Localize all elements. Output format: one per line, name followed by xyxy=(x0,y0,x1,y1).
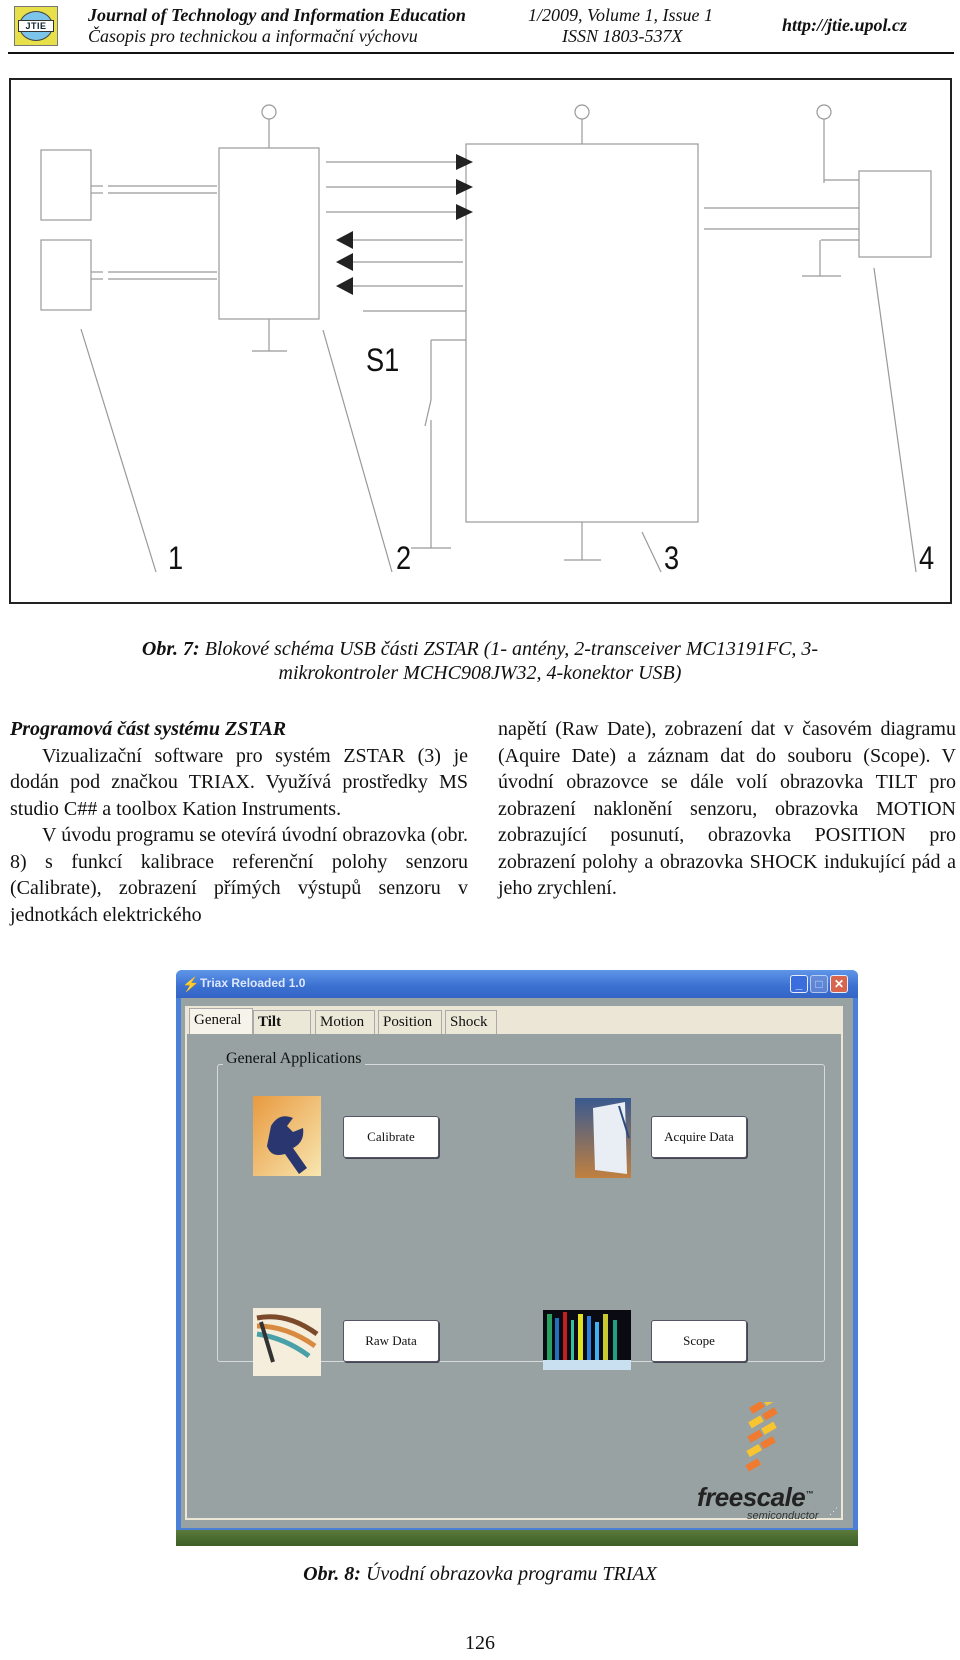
brand-word: freescale xyxy=(697,1482,806,1512)
journal-subtitle: Časopis pro technickou a informační vých… xyxy=(88,26,418,46)
antenna-block-2 xyxy=(40,239,92,311)
journal-header: JTIE Journal of Technology and Informati… xyxy=(0,0,960,58)
switch-label: S1 xyxy=(366,342,400,378)
wrench-icon xyxy=(253,1096,321,1176)
page-number: 126 xyxy=(465,1632,495,1654)
brand-subtitle: semiconductor xyxy=(747,1510,819,1522)
antenna-block-1 xyxy=(40,149,92,221)
brand-tm: ™ xyxy=(805,1489,813,1499)
window-titlebar[interactable]: ⚡ Triax Reloaded 1.0 _ □ ✕ xyxy=(176,970,858,998)
minimize-button[interactable]: _ xyxy=(790,975,808,993)
arrow-left-1 xyxy=(336,231,353,249)
label-transceiver: 2 xyxy=(396,540,412,576)
journal-title: Journal of Technology and Information Ed… xyxy=(88,5,466,25)
arrow-left-3 xyxy=(336,277,353,295)
tab-position[interactable]: Position xyxy=(378,1010,442,1034)
paragraph-2: V úvodu programu se otevírá úvodní obraz… xyxy=(10,824,468,926)
group-title: General Applications xyxy=(223,1050,365,1068)
label-usb-connector: 4 xyxy=(919,540,935,576)
arrow-right-3 xyxy=(456,204,473,220)
jtie-logo: JTIE xyxy=(14,6,58,46)
label-antennas: 1 xyxy=(168,540,184,576)
issn: ISSN 1803-537X xyxy=(562,26,683,46)
logo-text: JTIE xyxy=(18,20,54,32)
app-icon: ⚡ xyxy=(182,976,200,992)
maximize-button[interactable]: □ xyxy=(810,975,828,993)
data-screen-icon xyxy=(575,1098,631,1178)
tab-tilt[interactable]: Tilt xyxy=(253,1010,311,1034)
tab-strip: General Tilt Motion Position Shock xyxy=(185,1006,843,1035)
tab-general[interactable]: General xyxy=(189,1008,253,1035)
tab-shock[interactable]: Shock xyxy=(445,1010,497,1034)
calibrate-button[interactable]: Calibrate xyxy=(343,1116,439,1158)
journal-url[interactable]: http://jtie.upol.cz xyxy=(782,15,907,36)
brand-name: freescale™ xyxy=(697,1482,813,1513)
microcontroller-block xyxy=(465,143,699,523)
arrow-left-2 xyxy=(336,253,353,271)
paragraph-3: napětí (Raw Date), zobrazení dat v časov… xyxy=(498,718,956,899)
window-title: Triax Reloaded 1.0 xyxy=(200,976,306,990)
header-rule xyxy=(8,52,954,54)
figure8-caption-prefix: Obr. 8: xyxy=(303,1563,361,1585)
figure7-caption: Obr. 7: Blokové schéma USB části ZSTAR (… xyxy=(0,637,960,685)
left-column: Programová část systému ZSTAR Vizualizač… xyxy=(10,716,468,928)
figure8-caption-text: Úvodní obrazovka programu TRIAX xyxy=(365,1563,657,1585)
issue-info: 1/2009, Volume 1, Issue 1 xyxy=(528,5,713,25)
acquire-data-button[interactable]: Acquire Data xyxy=(651,1116,747,1158)
general-tab-pane: General Applications Calibrate Acquire D… xyxy=(185,1034,843,1522)
close-button[interactable]: ✕ xyxy=(830,975,848,993)
usb-connector-block xyxy=(858,170,932,258)
paragraph-1: Vizualizační software pro systém ZSTAR (… xyxy=(10,744,468,820)
transceiver-block xyxy=(218,147,320,320)
block-diagram: S1 1 2 3 4 xyxy=(9,78,952,604)
resize-grip-icon[interactable]: ⋰ xyxy=(829,1506,839,1516)
block-diagram-svg xyxy=(40,104,932,573)
figure7-caption-prefix: Obr. 7: xyxy=(141,638,200,660)
window-client: General Tilt Motion Position Shock Gener… xyxy=(181,998,853,1528)
right-column: napětí (Raw Date), zobrazení dat v časov… xyxy=(498,716,956,902)
section-heading: Programová část systému ZSTAR xyxy=(10,718,287,740)
figure7-caption-line1: Blokové schéma USB části ZSTAR (1- antén… xyxy=(204,638,819,660)
scope-button[interactable]: Scope xyxy=(651,1320,747,1362)
tab-motion[interactable]: Motion xyxy=(315,1010,375,1034)
desktop-background-strip xyxy=(176,1530,858,1546)
figure8-caption: Obr. 8: Úvodní obrazovka programu TRIAX xyxy=(0,1562,960,1586)
pen-nibs-icon xyxy=(253,1308,321,1376)
arrow-right-1 xyxy=(456,154,473,170)
arrow-right-2 xyxy=(456,179,473,195)
label-microcontroller: 3 xyxy=(664,540,680,576)
triax-window: ⚡ Triax Reloaded 1.0 _ □ ✕ General Tilt … xyxy=(176,970,858,1546)
raw-data-button[interactable]: Raw Data xyxy=(343,1320,439,1362)
scope-bars-icon xyxy=(543,1310,631,1370)
figure7-caption-line2: mikrokontroler MCHC908JW32, 4-konektor U… xyxy=(278,662,682,684)
